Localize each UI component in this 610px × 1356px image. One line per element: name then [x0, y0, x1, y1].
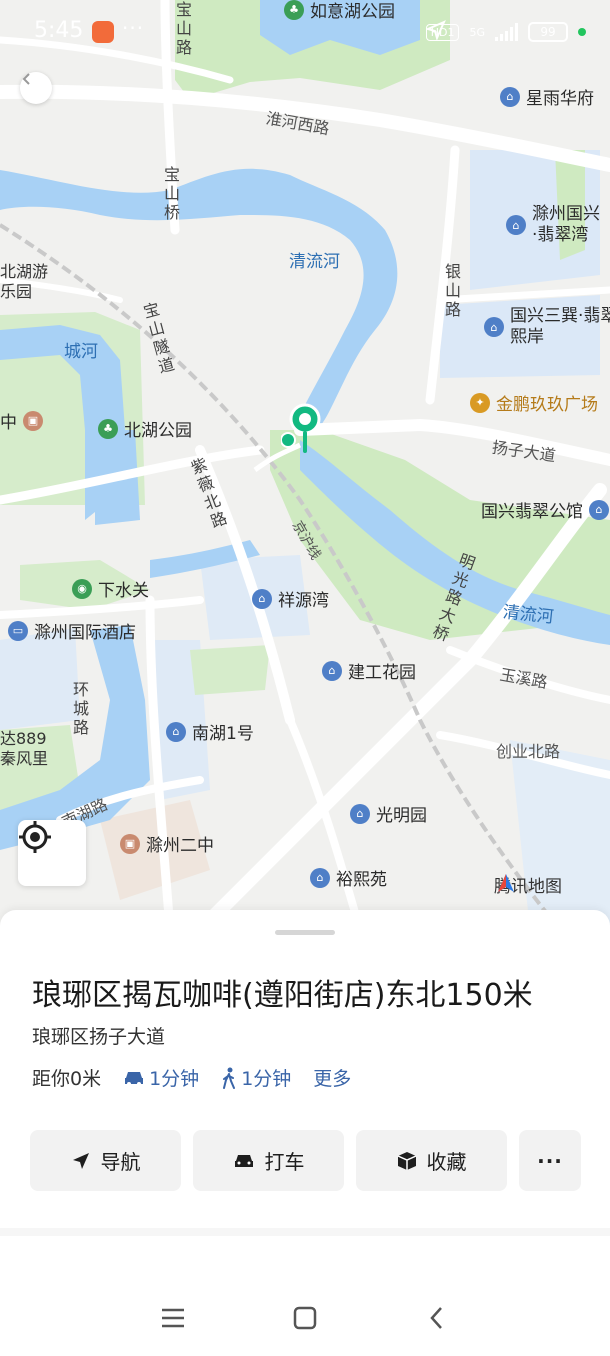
more-actions-button[interactable]: ··· [519, 1130, 581, 1191]
back-button[interactable] [20, 72, 52, 104]
travel-info-row: 距你0米 1分钟 1分钟 更多 [32, 1064, 351, 1091]
app-notification-icon [92, 21, 114, 43]
poi-xiangyuan-bay[interactable]: ⌂ 祥源湾 [252, 586, 329, 611]
poi-chuzhou-hotel[interactable]: ▭ 滁州国际酒店 [8, 618, 136, 643]
map-view[interactable]: ♣ 如意湖公园 ⌂ 星雨华府 淮河西路 宝山路 宝山桥 ⌂ 滁州国兴·翡翠湾 清… [0, 0, 610, 930]
poi-xingyu-huafu[interactable]: ⌂ 星雨华府 [500, 84, 594, 109]
chevron-left-icon [22, 73, 30, 85]
poi-chuzhou-guoxing[interactable]: ⌂ 滁州国兴·翡翠湾 [506, 204, 600, 246]
charging-dot-icon [578, 28, 586, 36]
walk-time[interactable]: 1分钟 [221, 1064, 291, 1091]
favorite-button[interactable]: 收藏 [356, 1130, 507, 1191]
taxi-button[interactable]: 打车 [193, 1130, 344, 1191]
home-square-icon [293, 1306, 317, 1330]
home-icon: ⌂ [350, 803, 370, 824]
map-canvas [0, 0, 610, 930]
poi-nanhu-one[interactable]: ⌂ 南湖1号 [166, 719, 254, 744]
status-bar: 5:45 ··· HD1 5G 99 [0, 0, 610, 62]
car-icon [125, 1071, 144, 1086]
status-right-icons: HD1 5G 99 [425, 20, 586, 44]
road-baoshan-bridge: 宝山桥 [163, 165, 180, 222]
status-time: 5:45 [34, 18, 84, 43]
tencent-map-logo-icon [498, 874, 514, 892]
road-huancheng: 环城路 [72, 680, 89, 737]
network-label: 5G [469, 25, 485, 39]
poi-guangming-garden[interactable]: ⌂ 光明园 [350, 801, 427, 826]
action-row: 导航 打车 收藏 ··· [30, 1130, 581, 1191]
status-more-dots: ··· [122, 16, 145, 40]
navigation-arrow-icon [72, 1152, 89, 1169]
drive-time[interactable]: 1分钟 [123, 1064, 199, 1091]
road-chuangye-north: 创业北路 [496, 742, 561, 761]
poi-beihu-park[interactable]: ♣ 北湖公园 [98, 416, 192, 441]
school-icon: ▣ [120, 833, 140, 854]
water-label-chenghe: 城河 [64, 342, 98, 362]
home-icon: ⌂ [484, 317, 504, 337]
taxi-car-icon [234, 1154, 253, 1167]
drag-handle[interactable] [275, 930, 335, 935]
back-chevron-icon [430, 1307, 442, 1329]
water-label-qingliu-2: 清流河 [501, 602, 555, 628]
map-provider-logo: 腾讯地图 [494, 872, 562, 897]
home-icon: ⌂ [506, 215, 526, 235]
poi-feng-partial[interactable]: 秦风里 [0, 745, 48, 769]
poi-jinpeng-plaza[interactable]: ✦ 金鹏玖玖广场 [470, 390, 598, 415]
school-icon: ▣ [23, 410, 43, 431]
locate-me-button[interactable] [18, 820, 86, 886]
menu-lines-icon [162, 1308, 184, 1328]
signal-icon [495, 23, 518, 41]
location-pin-icon[interactable] [281, 403, 329, 463]
water-label-qingliu: 清流河 [289, 252, 340, 272]
poi-guoxing-feicui-hall[interactable]: 国兴翡翠公馆 ⌂ [481, 497, 609, 522]
home-icon: ⌂ [252, 588, 272, 609]
park-icon: ♣ [98, 418, 118, 439]
home-icon: ⌂ [166, 721, 186, 742]
home-icon: ⌂ [589, 499, 609, 520]
road-yinshan: 银山路 [444, 262, 461, 319]
home-button[interactable] [287, 1300, 323, 1336]
home-icon: ⌂ [310, 867, 330, 888]
box-icon [397, 1151, 416, 1170]
walking-icon [223, 1067, 236, 1089]
place-address: 琅琊区扬子大道 [32, 1026, 166, 1048]
divider [0, 1228, 610, 1236]
location-arrow-icon [425, 20, 446, 40]
poi-chuzhou-no2-middle[interactable]: ▣ 滁州二中 [120, 831, 214, 856]
hotel-icon: ▭ [8, 620, 28, 641]
place-detail-sheet[interactable]: 琅琊区揭瓦咖啡(遵阳街店)东北150米 琅琊区扬子大道 距你0米 1分钟 1分钟… [0, 910, 610, 1228]
recent-apps-button[interactable] [155, 1300, 191, 1336]
battery-icon: 99 [528, 22, 568, 42]
more-link[interactable]: 更多 [313, 1064, 351, 1091]
distance-text: 距你0米 [32, 1068, 102, 1090]
shop-icon: ✦ [470, 392, 490, 413]
camera-icon: ◉ [72, 578, 92, 599]
navigate-button[interactable]: 导航 [30, 1130, 181, 1191]
poi-xiashuiguan[interactable]: ◉ 下水关 [72, 576, 149, 601]
poi-beihu-amusement[interactable]: 北湖游乐园 [0, 262, 50, 302]
poi-middle-school-partial[interactable]: 中 ▣ [0, 408, 43, 433]
crosshair-icon [19, 821, 51, 853]
system-nav-bar [0, 1280, 610, 1356]
system-back-button[interactable] [419, 1300, 455, 1336]
place-title: 琅琊区揭瓦咖啡(遵阳街店)东北150米 [32, 978, 533, 1013]
home-icon: ⌂ [322, 660, 342, 681]
home-icon: ⌂ [500, 86, 520, 107]
poi-jiangong-garden[interactable]: ⌂ 建工花园 [322, 658, 416, 683]
poi-yuxi-yuan[interactable]: ⌂ 裕熙苑 [310, 865, 387, 890]
poi-guoxing-sanxun[interactable]: ⌂ 国兴三巽·翡翠熙岸 [484, 306, 610, 348]
